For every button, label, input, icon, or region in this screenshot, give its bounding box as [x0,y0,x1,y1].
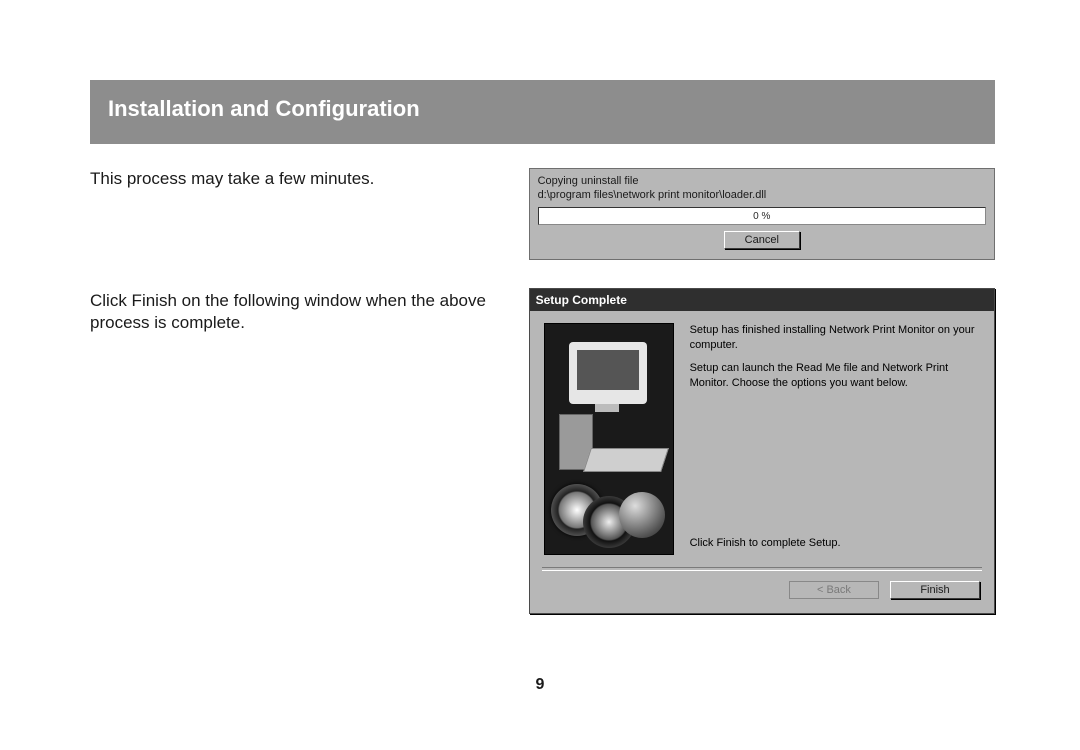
page-number: 9 [0,676,1080,694]
section-header: Installation and Configuration [90,80,995,144]
wizard-illustration [544,323,674,555]
copying-path: d:\program files\network print monitor\l… [538,189,986,201]
section-title: Installation and Configuration [108,96,420,121]
cancel-button[interactable]: Cancel [724,231,800,249]
dialog-button-row: < Back Finish [530,571,994,613]
progress-bar: 0 % [538,207,986,225]
setup-msg-1: Setup has finished installing Network Pr… [690,323,980,353]
back-button: < Back [789,581,879,599]
instruction-text-1: This process may take a few minutes. [90,168,519,190]
screenshot-column: Copying uninstall file d:\program files\… [529,168,995,614]
dialog-title: Setup Complete [536,293,627,307]
monitor-icon [569,342,647,404]
monitor-stand-icon [595,404,619,412]
content-row: This process may take a few minutes. Cli… [90,168,995,614]
dialog-text: Setup has finished installing Network Pr… [674,323,980,555]
dialog-titlebar: Setup Complete [530,289,994,311]
manual-page: Installation and Configuration This proc… [90,80,995,614]
copying-label: Copying uninstall file [538,175,986,187]
setup-complete-dialog: Setup Complete Setup has finished instal… [529,288,995,614]
instruction-text-2: Click Finish on the following window whe… [90,290,519,334]
setup-finish-hint: Click Finish to complete Setup. [690,456,980,551]
setup-msg-2: Setup can launch the Read Me file and Ne… [690,361,980,391]
globe-icon [619,492,665,538]
progress-percent: 0 % [753,211,770,222]
keyboard-icon [583,448,669,472]
instruction-column: This process may take a few minutes. Cli… [90,168,529,614]
progress-dialog: Copying uninstall file d:\program files\… [529,168,995,260]
finish-button[interactable]: Finish [890,581,980,599]
